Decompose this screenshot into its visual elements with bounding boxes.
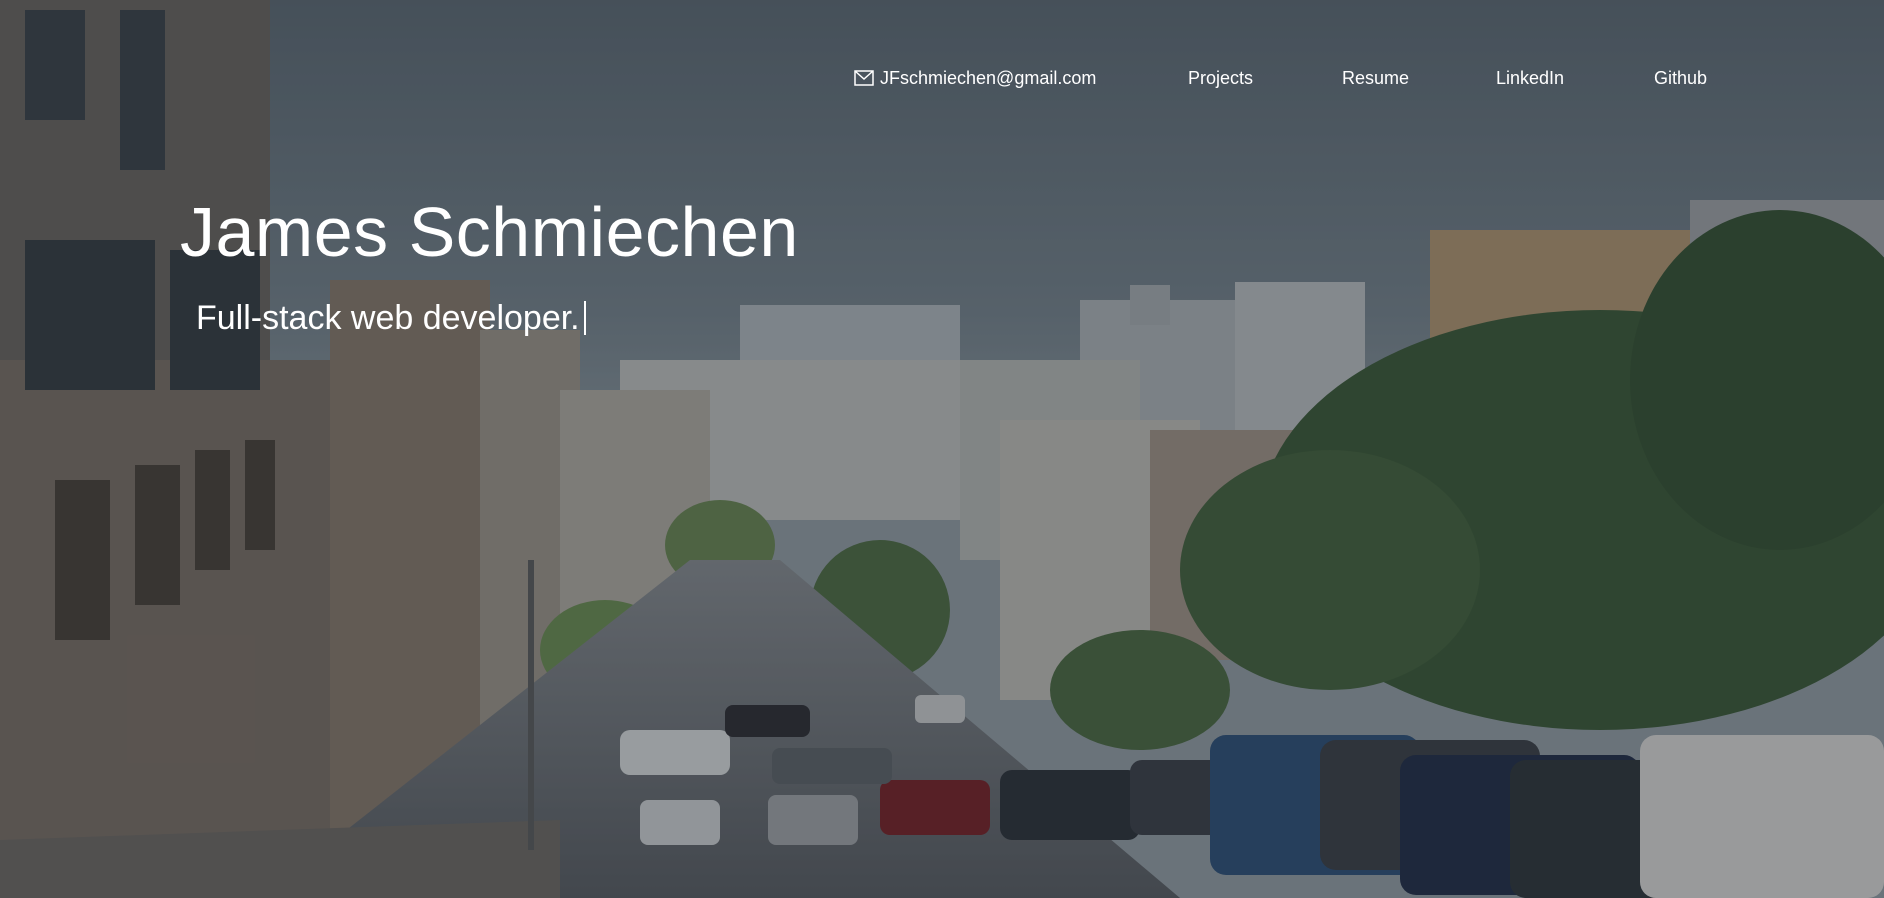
- nav-github-link[interactable]: Github: [1654, 68, 1707, 89]
- hero-background: [0, 0, 1884, 898]
- nav-linkedin-link[interactable]: LinkedIn: [1496, 68, 1564, 89]
- nav-projects-link[interactable]: Projects: [1188, 68, 1253, 89]
- tagline-text: Full-stack web developer.: [196, 299, 580, 337]
- email-label: JFschmiechen@gmail.com: [880, 67, 1097, 88]
- typing-cursor: [583, 301, 586, 335]
- mail-icon: [854, 70, 874, 86]
- page-title: James Schmiechen: [180, 193, 799, 271]
- nav-resume-link[interactable]: Resume: [1342, 68, 1409, 89]
- tagline: Full-stack web developer.: [196, 298, 586, 338]
- email-link[interactable]: JFschmiechen@gmail.com: [854, 68, 1096, 89]
- dark-overlay: [0, 0, 1884, 898]
